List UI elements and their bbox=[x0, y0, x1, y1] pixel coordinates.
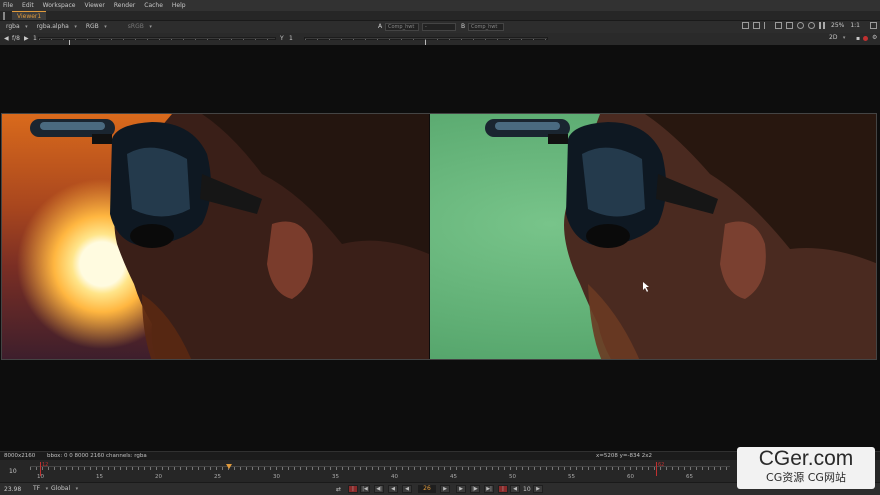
menu-workspace[interactable]: Workspace bbox=[43, 2, 76, 9]
input-op-select[interactable]: - bbox=[422, 23, 456, 31]
watermark-logo: CGer.com CG资源 CG网站 bbox=[737, 447, 875, 489]
skip-back-button[interactable]: ◀ bbox=[510, 485, 520, 493]
lut-icon[interactable] bbox=[786, 22, 793, 29]
watermark-main-text: CGer.com bbox=[758, 447, 854, 470]
proxy-dropdown[interactable]: 1:1 bbox=[850, 22, 860, 29]
tick-label: 20 bbox=[155, 474, 162, 480]
menu-edit[interactable]: Edit bbox=[22, 2, 34, 9]
gamma-value[interactable]: 1 bbox=[289, 35, 293, 42]
timeline-track[interactable]: 10 15 20 25 30 35 40 45 50 55 60 65 bbox=[30, 466, 730, 480]
display-dropdown[interactable]: sRGB bbox=[125, 23, 154, 31]
watermark-sub-text: CG资源 CG网站 bbox=[766, 471, 846, 484]
input-b-label: B bbox=[461, 23, 466, 30]
input-a-select[interactable]: Comp_hwt bbox=[385, 23, 419, 31]
tick-label: 65 bbox=[686, 474, 693, 480]
playhead[interactable] bbox=[226, 464, 232, 469]
input-b-select[interactable]: Comp_hwt bbox=[468, 23, 504, 31]
in-point-button[interactable]: | bbox=[348, 485, 358, 493]
gain-slider[interactable] bbox=[38, 37, 276, 47]
tick-label: 25 bbox=[214, 474, 221, 480]
gamma-slider[interactable] bbox=[304, 37, 548, 47]
out-point-label: 62 bbox=[658, 462, 665, 468]
frame-step-field[interactable]: f/8 bbox=[12, 35, 20, 42]
timeline-ticks bbox=[30, 467, 730, 470]
loop-icon[interactable]: ⇄ bbox=[336, 486, 341, 493]
step-back-button[interactable]: ◀ bbox=[388, 485, 398, 493]
zoom-dropdown[interactable]: 25% bbox=[831, 22, 844, 29]
viewer-area[interactable] bbox=[0, 45, 880, 451]
tick-label: 35 bbox=[332, 474, 339, 480]
viewer-toolbar-bottom: ◀ f/8 ▶ 1 Y 1 2D ▪ bbox=[0, 33, 880, 47]
roi-icon[interactable] bbox=[742, 22, 749, 29]
guides-icon[interactable] bbox=[775, 22, 782, 29]
next-keyframe-button[interactable]: |▶ bbox=[470, 485, 480, 493]
mask-icon[interactable] bbox=[764, 22, 771, 29]
tick-label: 60 bbox=[627, 474, 634, 480]
increment-field[interactable]: 10 bbox=[523, 486, 531, 493]
current-frame-field[interactable]: 26 bbox=[418, 485, 436, 493]
timeline-start-frame[interactable]: 10 bbox=[9, 468, 17, 475]
tick-label: 55 bbox=[568, 474, 575, 480]
menu-file[interactable]: File bbox=[3, 2, 13, 9]
in-point-marker[interactable] bbox=[40, 462, 41, 476]
subject-silhouette-b bbox=[485, 114, 876, 359]
step-forward-button[interactable]: ▶ bbox=[456, 485, 466, 493]
pane-menu-icon[interactable] bbox=[3, 12, 9, 20]
tab-viewer1[interactable]: Viewer1 bbox=[12, 11, 47, 20]
in-point-label: 12 bbox=[42, 462, 49, 468]
gamma-label: Y bbox=[280, 35, 284, 42]
tick-label: 50 bbox=[509, 474, 516, 480]
subject-silhouette-a bbox=[30, 114, 429, 359]
settings-icon[interactable]: ⚙ bbox=[872, 34, 877, 41]
menu-help[interactable]: Help bbox=[172, 2, 186, 9]
plate-b-greenscreen bbox=[430, 114, 876, 359]
skip-forward-button[interactable]: ▶ bbox=[533, 485, 543, 493]
menu-bar: File Edit Workspace Viewer Render Cache … bbox=[0, 0, 880, 11]
input-a-label: A bbox=[378, 23, 383, 30]
play-backward-button[interactable]: ◀ bbox=[402, 485, 412, 493]
tick-label: 15 bbox=[96, 474, 103, 480]
tick-label: 30 bbox=[273, 474, 280, 480]
tick-label: 40 bbox=[391, 474, 398, 480]
record-icon[interactable] bbox=[863, 36, 868, 41]
view-mode-dropdown[interactable]: 2D bbox=[826, 34, 847, 42]
range-mode-dropdown[interactable]: Global bbox=[48, 485, 80, 493]
channels-alpha-dropdown[interactable]: rgba.alpha bbox=[34, 23, 79, 31]
bbox-readout: bbox: 0 0 8000 2160 channels: rgba bbox=[47, 453, 147, 459]
out-point-marker[interactable] bbox=[656, 462, 657, 476]
overlay-icon[interactable] bbox=[753, 22, 760, 29]
format-readout: 8000x2160 bbox=[4, 453, 36, 459]
gain-slider-ticks bbox=[39, 39, 275, 40]
next-frame-icon[interactable]: ▶ bbox=[24, 35, 29, 42]
lock-icon[interactable]: ▪ bbox=[856, 35, 860, 42]
colorspace-dropdown[interactable]: RGB bbox=[83, 23, 109, 31]
prev-frame-icon[interactable]: ◀ bbox=[4, 35, 9, 42]
last-frame-button[interactable]: ▶| bbox=[484, 485, 494, 493]
image-frame[interactable] bbox=[1, 113, 877, 360]
play-forward-button[interactable]: ▶ bbox=[440, 485, 450, 493]
channels-dropdown[interactable]: rgba bbox=[3, 23, 30, 31]
fps-field[interactable]: 23.98 bbox=[4, 486, 21, 493]
first-frame-button[interactable]: |◀ bbox=[360, 485, 370, 493]
gamma-slider-ticks bbox=[305, 39, 547, 40]
menu-render[interactable]: Render bbox=[114, 2, 135, 9]
gain-value[interactable]: 1 bbox=[33, 35, 37, 42]
out-point-button[interactable]: | bbox=[498, 485, 508, 493]
pixel-coords-readout: x=5208 y=-834 2x2 bbox=[596, 453, 652, 459]
menu-viewer[interactable]: Viewer bbox=[84, 2, 104, 9]
menu-cache[interactable]: Cache bbox=[144, 2, 163, 9]
clip-warning-icon[interactable] bbox=[797, 22, 804, 29]
tick-label: 45 bbox=[450, 474, 457, 480]
pause-icon[interactable] bbox=[819, 22, 825, 29]
fullscreen-icon[interactable] bbox=[870, 22, 877, 29]
tab-bar: Viewer1 bbox=[0, 11, 880, 21]
refresh-icon[interactable] bbox=[808, 22, 815, 29]
prev-keyframe-button[interactable]: ◀| bbox=[374, 485, 384, 493]
plate-a-composite bbox=[2, 114, 429, 359]
viewer-toolbar-icons: 25% 1:1 bbox=[742, 22, 877, 29]
